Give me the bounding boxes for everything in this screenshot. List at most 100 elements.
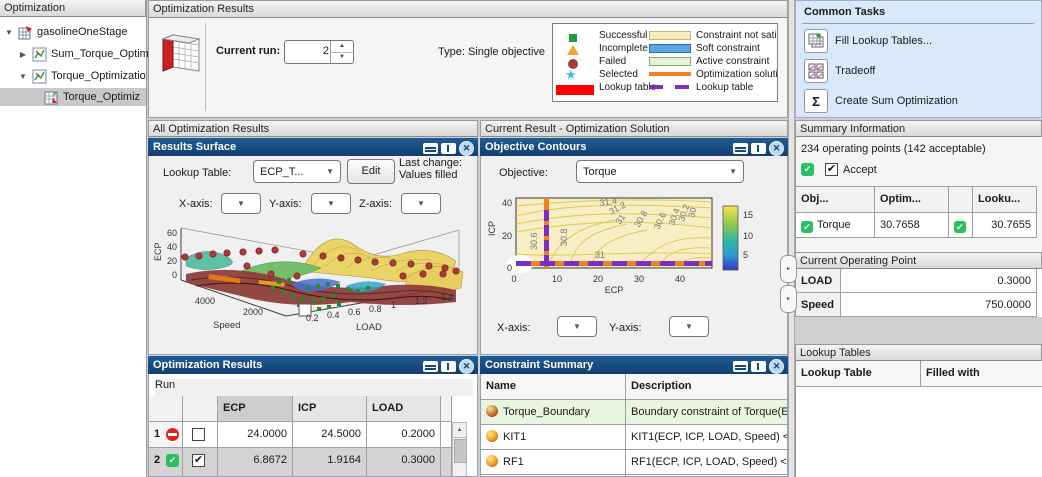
tree-item-torque-optimization[interactable]: ▼ Torque_Optimizatio [18,67,164,85]
run-row-2-num[interactable]: 2 ✔ [149,448,183,476]
summary-col-lookup[interactable]: Looku... [973,186,1037,213]
summary-row-lookup[interactable]: 30.7655 [973,213,1037,238]
constraint-row-rf1-name[interactable]: RF1 [481,450,626,475]
run-row-1-load[interactable]: 0.2000 [367,422,441,448]
x-axis-dropdown[interactable]: ▼ [221,193,261,214]
splitter-collapse-button-top[interactable]: ▸ [780,255,797,283]
edit-button[interactable]: Edit [347,159,395,184]
create-sum-optimization-task[interactable]: Σ Create Sum Optimization [804,89,958,113]
current-run-spinner[interactable]: 2 ▲ ▼ [284,40,354,64]
tree-item-sum-torque[interactable]: ▶ Sum_Torque_Optim [18,45,164,63]
accept-status-icon: ✔ [801,163,814,176]
legend-selected-star-icon: ★ [565,67,577,82]
optimization-results-panel: Run ECP ICP LOAD 1 24.0000 24.5000 0.200… [148,374,478,477]
lookup-table-dropdown-value: ECP_T... [260,165,304,178]
lookup-tables-panel: Lookup Table Filled with [795,361,1042,477]
close-icon[interactable]: ✕ [769,141,784,156]
split-horizontal-icon[interactable] [733,361,748,372]
run-table-scrollbar[interactable]: ▲ [452,422,467,476]
scroll-up-button[interactable]: ▲ [453,423,466,438]
lookup-tables-header: Lookup Tables [795,344,1042,361]
model-constraint-icon [486,455,498,467]
accept-checkbox[interactable] [192,428,205,441]
op-row-load-value[interactable]: 0.3000 [841,269,1037,293]
contour-x-axis-dropdown[interactable]: ▼ [557,316,597,337]
legend-label-constraint-not-satisfied: Constraint not satisfied [696,30,777,41]
constraint-row-kit1-desc[interactable]: KIT1(ECP, ICP, LOAD, Speed) < [626,425,787,450]
sigma-icon: Σ [804,89,828,113]
split-vertical-icon[interactable] [441,361,456,372]
contour-y-axis-dropdown[interactable]: ▼ [669,316,709,337]
caret-down-icon[interactable]: ▼ [18,72,28,81]
summary-row-objective[interactable]: ✔ Torque [796,213,875,238]
op-row-speed-value[interactable]: 750.0000 [841,293,1037,317]
cage-optimization-window: Optimization ▼ gasolineOneStage ▶ Sum_To… [0,0,1042,477]
constraint-header-description[interactable]: Description [626,374,787,400]
accept-checkbox[interactable]: ✔ [825,163,838,176]
accept-checkbox[interactable]: ✔ [192,454,205,467]
tradeoff-task[interactable]: Tradeoff [804,59,875,83]
lookup-ok-icon: ✔ [954,221,966,233]
split-vertical-icon[interactable] [441,143,456,154]
split-horizontal-icon[interactable] [423,361,438,372]
caret-down-icon[interactable]: ▼ [4,28,14,37]
run-row-1-icp[interactable]: 24.5000 [293,422,367,448]
operating-points-text: 234 operating points (142 acceptable) [801,143,986,155]
run-table-header-load[interactable]: LOAD [367,396,441,422]
lookup-table-dropdown[interactable]: ECP_T... ▼ [253,160,341,183]
caret-right-icon[interactable]: ▶ [18,50,28,59]
z-axis-dropdown[interactable]: ▼ [401,193,441,214]
split-vertical-icon[interactable] [751,143,766,154]
run-row-1-num[interactable]: 1 [149,422,183,448]
spinner-buttons[interactable]: ▲ ▼ [330,41,353,63]
run-row-2-ecp[interactable]: 6.8672 [218,448,293,476]
summary-col-objective[interactable]: Obj... [796,186,875,213]
split-horizontal-icon[interactable] [423,143,438,154]
current-result-section-header: Current Result - Optimization Solution [480,120,788,137]
run-row-2-icp[interactable]: 1.9164 [293,448,367,476]
close-icon[interactable]: ✕ [459,141,474,156]
colorbar-tick: 5 [743,250,748,260]
summary-row-optimized[interactable]: 30.7658 [875,213,949,238]
run-row-1-ecp[interactable]: 24.0000 [218,422,293,448]
current-operating-point-header: Current Operating Point [795,252,1042,269]
tree-item-label: Torque_Optimizatio [51,70,146,82]
tree-item-gasolineonestage[interactable]: ▼ gasolineOneStage [4,23,150,41]
constraint-row-rf1-desc[interactable]: RF1(ECP, ICP, LOAD, Speed) < [626,450,787,475]
lookup-tables-col-table[interactable]: Lookup Table [796,361,921,387]
z-tick: 40 [167,242,177,252]
y-axis-dropdown[interactable]: ▼ [311,193,351,214]
constraint-summary-title: Constraint Summary [485,359,594,371]
close-icon[interactable]: ✕ [769,359,784,374]
tree-panel-title: Optimization [4,2,66,14]
run-table-header-icp[interactable]: ICP [293,396,367,422]
tree-item-torque-output-selected[interactable]: Torque_Optimiz [0,88,146,106]
lookup-tables-col-filled[interactable]: Filled with [921,361,1042,387]
objective-dropdown[interactable]: Torque ▼ [576,160,744,183]
collapse-arrow-icon: ▸ [786,266,790,272]
split-vertical-icon[interactable] [751,361,766,372]
split-horizontal-icon[interactable] [733,143,748,154]
optimization-results-title: Optimization Results [153,359,263,371]
summary-col-optimized[interactable]: Optim... [875,186,949,213]
ecp-tick: 10 [552,274,562,284]
splitter-collapse-button-bottom[interactable]: ▸ [780,285,797,313]
task-label: Tradeoff [835,65,876,77]
constraint-row-torque-boundary-name[interactable]: Torque_Boundary [481,400,626,425]
current-run-value[interactable]: 2 [285,45,329,57]
contour-label: 30.6 [529,232,539,250]
fill-lookup-tables-task[interactable]: Fill Lookup Tables... [804,29,932,53]
scrollbar-thumb[interactable] [454,439,467,463]
constraint-row-kit1-name[interactable]: KIT1 [481,425,626,450]
run-row-2-load[interactable]: 0.3000 [367,448,441,476]
constraint-header-name[interactable]: Name [481,374,626,400]
objective-contour-plot[interactable]: 31.4 31.2 31 30.8 30.6 30.4 30.2 30 30.6… [487,192,783,312]
close-icon[interactable]: ✕ [459,359,474,374]
vertical-splitter[interactable] [788,0,795,477]
tree-panel-header: Optimization [0,0,146,17]
run-row-2-extra [441,448,452,476]
constraint-row-torque-boundary-desc[interactable]: Boundary constraint of Torque(E [626,400,787,425]
run-table-header-ecp[interactable]: ECP [218,396,293,422]
results-surface-3d-plot[interactable]: 60 40 20 0 ECP 4000 2000 Speed 0.2 0.4 0… [151,216,475,354]
spin-down-button[interactable]: ▼ [331,52,353,63]
